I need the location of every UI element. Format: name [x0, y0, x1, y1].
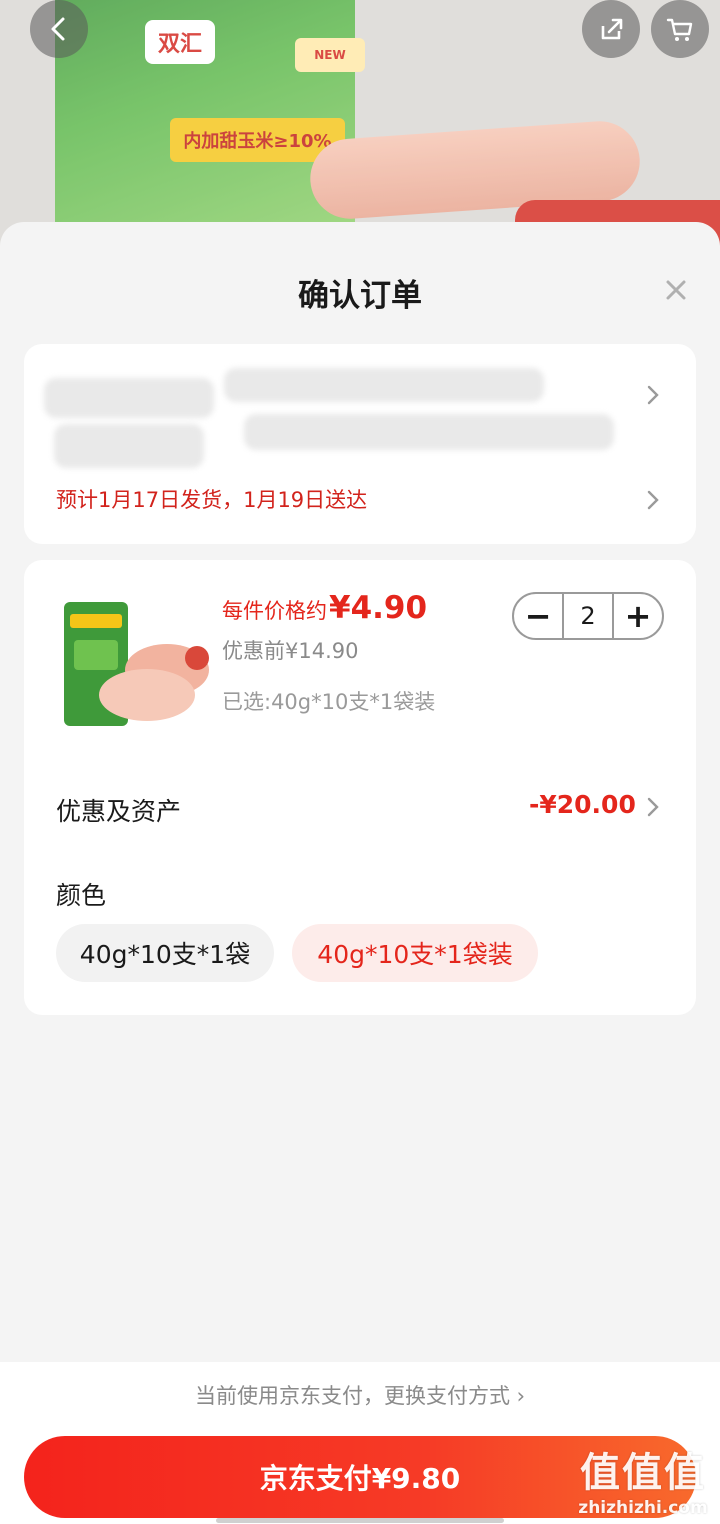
home-indicator: [216, 1518, 504, 1523]
confirm-order-sheet: 确认订单 预计1月17日发货，1月19日送达 每件价格约 ¥4.90 优惠前¥1…: [0, 222, 720, 1524]
watermark-logo: 值值值: [580, 1450, 706, 1496]
change-payment-link[interactable]: 当前使用京东支付，更换支付方式 ›: [0, 1380, 720, 1410]
product-card: 每件价格约 ¥4.90 优惠前¥14.90 已选:40g*10支*1袋装 − 2…: [24, 560, 696, 1015]
unit-price-label: 每件价格约: [222, 599, 327, 623]
watermark: 值值值 zhizhizhi.com: [568, 1440, 718, 1524]
delivery-estimate: 预计1月17日发货，1月19日送达: [56, 488, 368, 512]
chevron-right-icon: [647, 385, 659, 405]
address-redacted: [44, 368, 624, 478]
discount-value[interactable]: -¥20.00: [529, 790, 636, 819]
increase-button[interactable]: +: [614, 594, 662, 638]
unit-price: 每件价格约 ¥4.90: [222, 590, 427, 626]
discount-label: 优惠及资产: [56, 797, 182, 826]
shopping-cart-icon: [666, 18, 693, 41]
selected-spec: 已选:40g*10支*1袋装: [222, 690, 436, 714]
close-icon[interactable]: [660, 274, 692, 306]
color-option[interactable]: 40g*10支*1袋: [56, 924, 274, 982]
share-icon: [601, 18, 623, 40]
color-label: 颜色: [56, 881, 107, 910]
quantity-stepper: − 2 +: [512, 592, 664, 640]
chevron-left-icon: [51, 17, 65, 41]
unit-price-value: ¥4.90: [329, 590, 428, 626]
sheet-title: 确认订单: [298, 278, 422, 314]
product-thumbnail: [64, 602, 209, 726]
decrease-button[interactable]: −: [514, 594, 562, 638]
color-option-selected[interactable]: 40g*10支*1袋装: [292, 924, 538, 982]
share-button[interactable]: [582, 0, 640, 58]
quantity-input[interactable]: 2: [562, 594, 614, 638]
chevron-right-icon[interactable]: [646, 796, 660, 818]
back-button[interactable]: [30, 0, 88, 58]
watermark-url: zhizhizhi.com: [578, 1498, 708, 1518]
cart-button[interactable]: [651, 0, 709, 58]
chevron-right-icon[interactable]: [646, 489, 660, 511]
original-price: 优惠前¥14.90: [222, 639, 359, 663]
address-card[interactable]: 预计1月17日发货，1月19日送达: [24, 344, 696, 544]
